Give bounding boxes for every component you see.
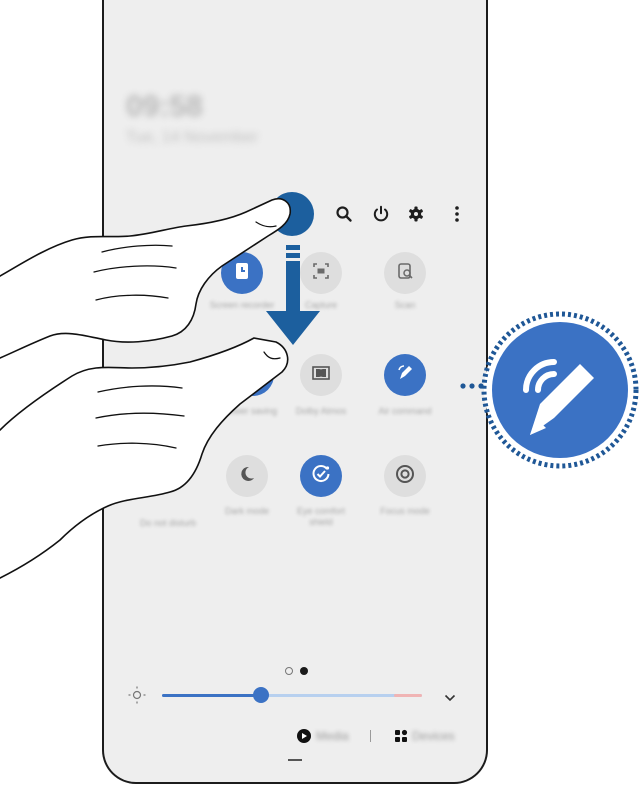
swipe-down-arrow-icon (266, 245, 320, 345)
hand-illustration-bottom (0, 337, 289, 579)
hand-illustration-top (0, 198, 292, 359)
air-command-callout (460, 311, 639, 469)
